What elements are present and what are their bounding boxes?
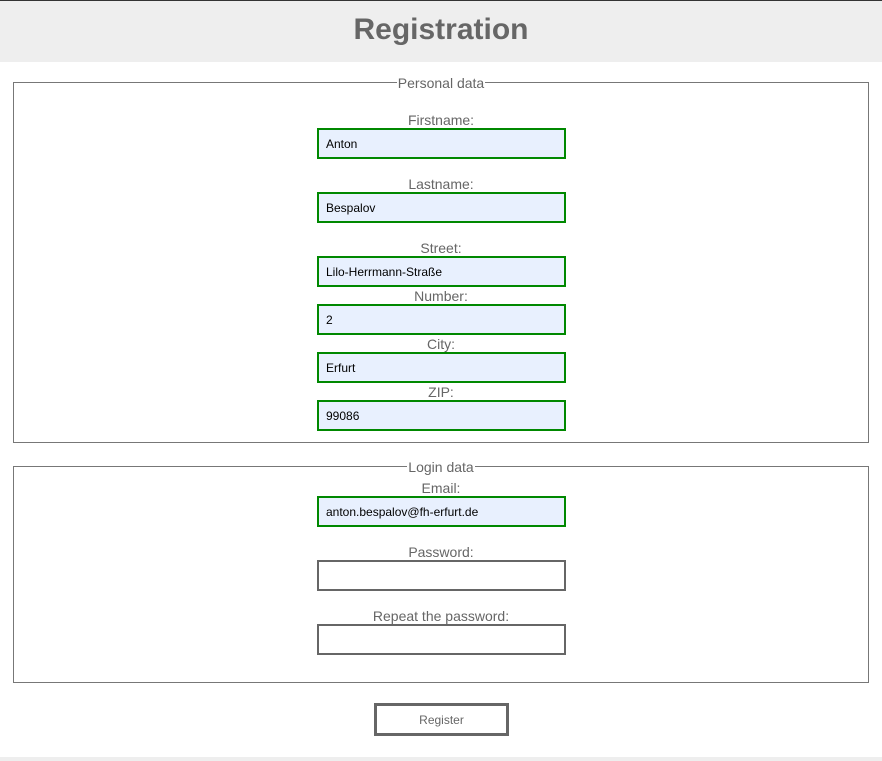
city-input[interactable] — [317, 352, 566, 383]
login-data-legend: Login data — [407, 459, 475, 475]
street-input[interactable] — [317, 256, 566, 287]
zip-input[interactable] — [317, 400, 566, 431]
lastname-input[interactable] — [317, 192, 566, 223]
page-title: Registration — [353, 13, 529, 46]
email-input[interactable] — [317, 496, 566, 527]
firstname-input[interactable] — [317, 128, 566, 159]
password-input[interactable] — [317, 560, 566, 591]
street-label: Street: — [420, 240, 462, 256]
password-label: Password: — [408, 544, 474, 560]
email-label: Email: — [421, 480, 461, 496]
register-button[interactable]: Register — [374, 703, 509, 736]
zip-label: ZIP: — [428, 384, 454, 400]
firstname-label: Firstname: — [407, 112, 475, 128]
page-footer-strip — [0, 757, 882, 761]
repeat-password-input[interactable] — [317, 624, 566, 655]
repeat-password-label: Repeat the password: — [372, 608, 510, 624]
lastname-label: Lastname: — [408, 176, 474, 192]
number-input[interactable] — [317, 304, 566, 335]
page-header: Registration — [0, 0, 882, 62]
city-label: City: — [427, 336, 455, 352]
number-label: Number: — [414, 288, 468, 304]
personal-data-legend: Personal data — [396, 75, 486, 91]
